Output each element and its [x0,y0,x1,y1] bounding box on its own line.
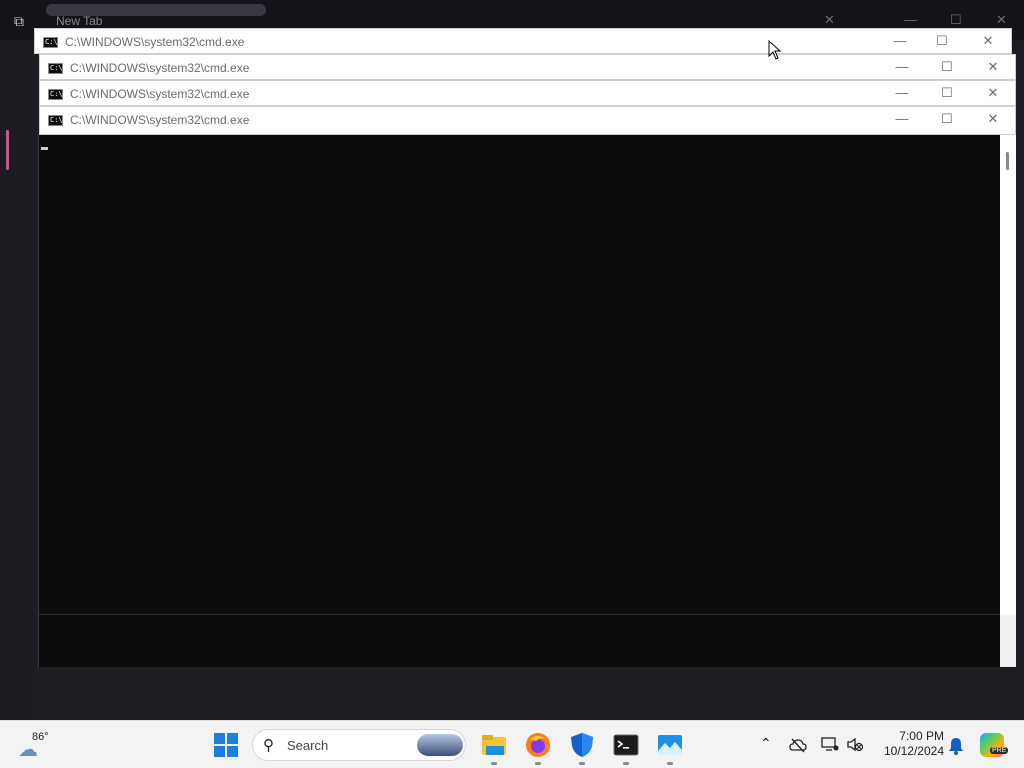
browser-minimize-icon[interactable]: — [904,12,917,27]
firefox-icon[interactable] [524,731,552,759]
cmd-icon: C:\ [48,89,63,100]
running-indicator [535,762,541,765]
search-icon: ⚲ [263,737,274,754]
search-highlight-image [417,734,463,756]
cmd-window-1-titlebar[interactable]: C:\ C:\WINDOWS\system32\cmd.exe — ☐ ✕ [34,28,1012,54]
scrollbar-thumb[interactable] [1006,152,1009,170]
cmd-window-title: C:\WINDOWS\system32\cmd.exe [70,61,250,75]
photos-icon[interactable] [656,731,684,759]
scrollbar-track[interactable] [1000,135,1016,615]
close-button[interactable]: ✕ [984,85,1002,101]
running-indicator [667,762,673,765]
close-button[interactable]: ✕ [984,111,1002,127]
show-hidden-icons-chevron-icon[interactable]: ⌃ [760,735,772,752]
maximize-button[interactable]: ☐ [933,33,951,49]
running-indicator [491,762,497,765]
minimize-button[interactable]: — [891,33,909,49]
running-indicator [623,762,629,765]
browser-close-icon[interactable]: ✕ [996,12,1007,28]
browser-maximize-icon[interactable]: ☐ [950,12,962,28]
minimize-button[interactable]: — [893,111,911,127]
close-button[interactable]: ✕ [984,59,1002,75]
cmd-window-title: C:\WINDOWS\system32\cmd.exe [70,87,250,101]
cmd-icon: C:\ [43,37,58,48]
cmd-window-4-titlebar[interactable]: C:\ C:\WINDOWS\system32\cmd.exe — ☐ ✕ [39,106,1016,135]
weather-temperature: 86° [32,731,49,743]
maximize-button[interactable]: ☐ [938,59,956,75]
notification-bell-icon[interactable] [948,737,964,755]
cmd-window-3-titlebar[interactable]: C:\ C:\WINDOWS\system32\cmd.exe — ☐ ✕ [39,80,1016,106]
clock-time: 7:00 PM [899,729,944,743]
browser-tab-label: New Tab [56,14,103,28]
taskbar: ☁ 86° ⚲ Search ⌃ 7:00 PM 10/12/2024 PRE [0,720,1024,768]
cmd-window-title: C:\WINDOWS\system32\cmd.exe [65,35,245,49]
onedrive-offline-icon[interactable] [789,737,807,753]
minimize-button[interactable]: — [893,85,911,101]
mouse-pointer-icon [768,40,782,60]
browser-sidebar [0,40,34,720]
search-placeholder: Search [287,738,329,753]
start-button[interactable] [214,733,238,757]
text-cursor [41,147,48,150]
system-clock[interactable]: 7:00 PM 10/12/2024 [872,729,944,759]
cmd-icon: C:\ [48,63,63,74]
terminal-icon[interactable] [612,731,640,759]
console-divider [39,614,1001,615]
cmd-icon: C:\ [48,115,63,126]
taskbar-search[interactable]: ⚲ Search [252,729,466,761]
console-output[interactable] [38,135,1001,667]
maximize-button[interactable]: ☐ [938,85,956,101]
minimize-button[interactable]: — [893,59,911,75]
network-icon[interactable] [821,736,839,752]
close-button[interactable]: ✕ [979,33,997,49]
vertical-scrollbar[interactable] [1000,135,1016,667]
sidebar-active-indicator [6,130,9,170]
cmd-window-title: C:\WINDOWS\system32\cmd.exe [70,113,250,127]
volume-muted-icon[interactable] [846,737,864,753]
clock-date: 10/12/2024 [883,744,944,758]
browser-close-tab-icon[interactable]: ✕ [824,12,835,28]
maximize-button[interactable]: ☐ [938,111,956,127]
running-indicator [579,762,585,765]
windows-security-icon[interactable] [568,731,596,759]
tab-overview-icon[interactable]: ⧉ [10,12,28,30]
cmd-window-2-titlebar[interactable]: C:\ C:\WINDOWS\system32\cmd.exe — ☐ ✕ [39,54,1016,80]
copilot-preview-badge: PRE [990,747,1009,754]
weather-widget[interactable]: ☁ 86° [18,729,64,761]
file-explorer-icon[interactable] [480,731,508,759]
